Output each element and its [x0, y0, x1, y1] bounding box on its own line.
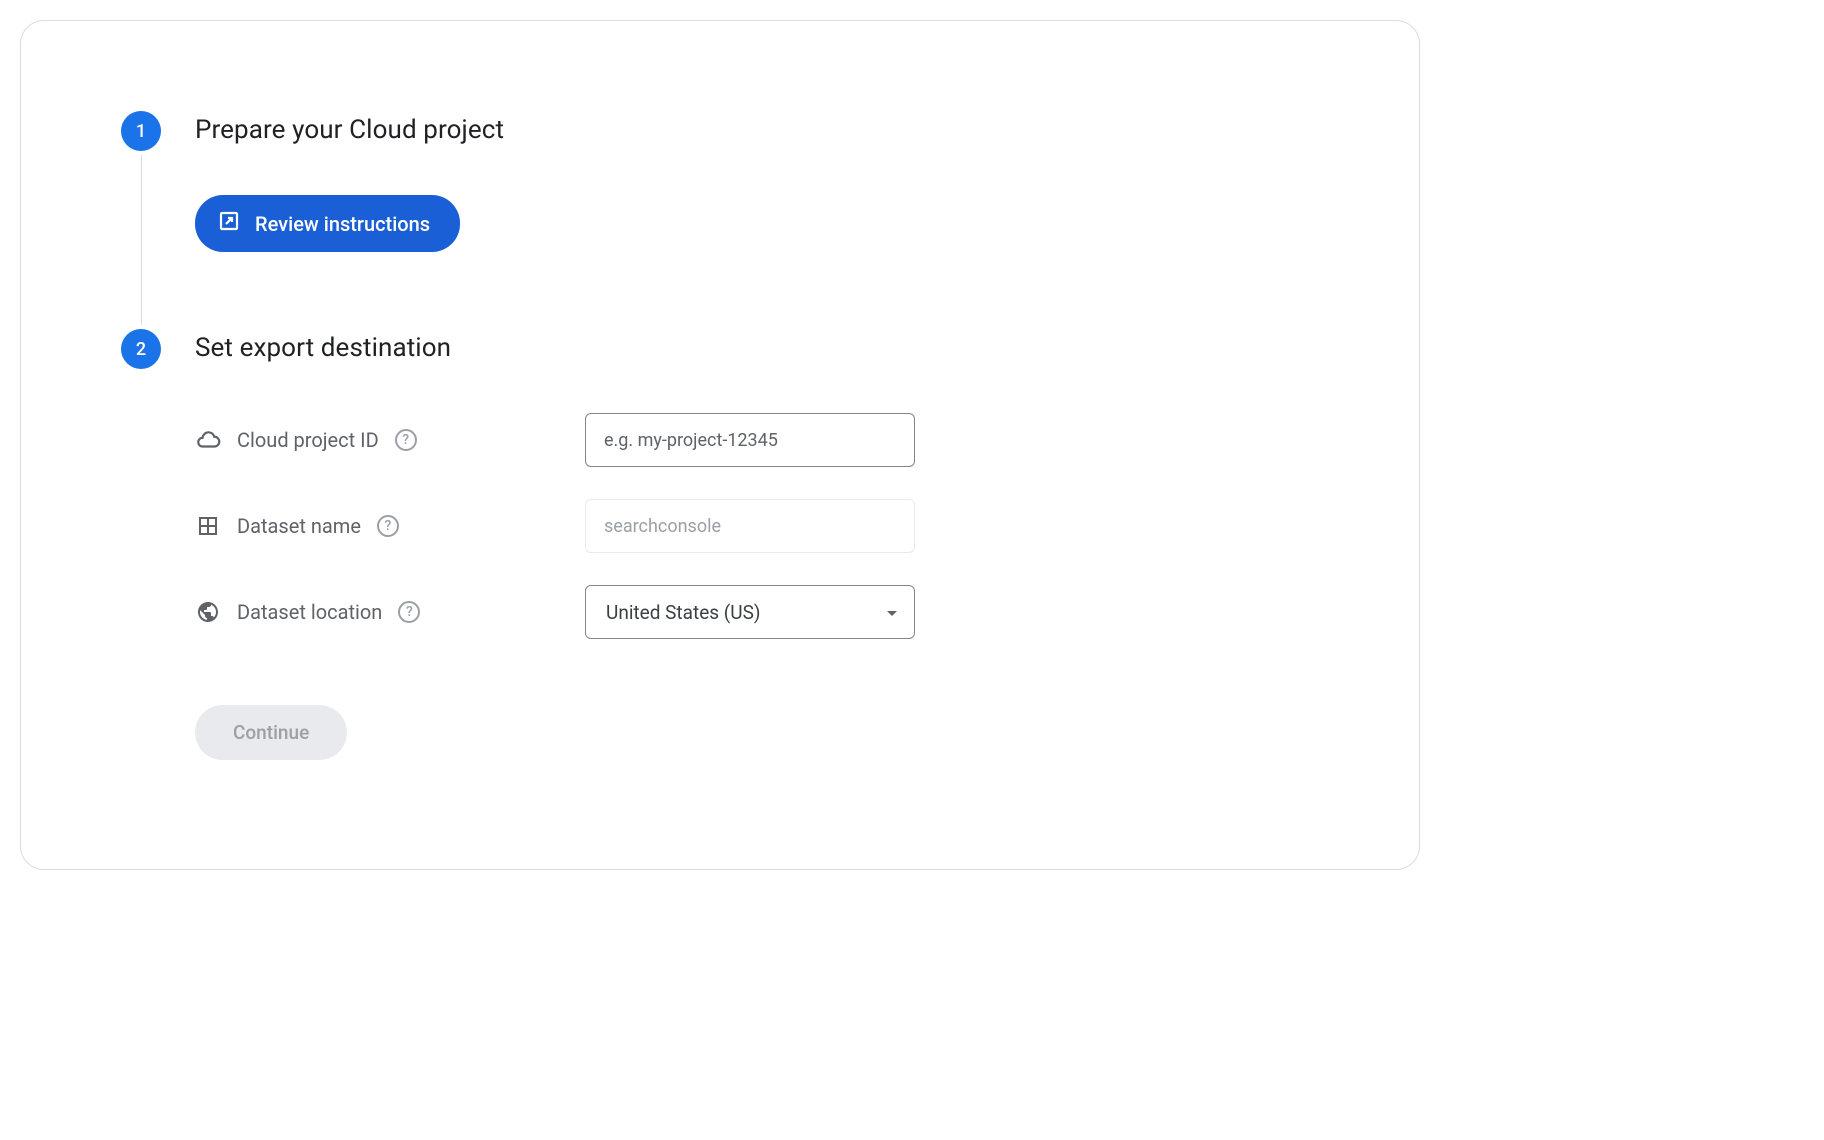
open-external-icon: [217, 209, 241, 238]
help-icon-dataset-location[interactable]: ?: [398, 601, 420, 623]
row-dataset-name: Dataset name ?: [195, 499, 1319, 553]
select-dataset-location-value: United States (US): [606, 601, 761, 624]
continue-button-label: Continue: [233, 721, 309, 744]
step-1-title: Prepare your Cloud project: [195, 115, 1319, 145]
help-icon-dataset-name[interactable]: ?: [377, 515, 399, 537]
label-group-project-id: Cloud project ID ?: [195, 427, 585, 453]
label-group-dataset-location: Dataset location ?: [195, 599, 585, 625]
settings-card: 1 Prepare your Cloud project Review inst…: [20, 20, 1420, 870]
form-rows: Cloud project ID ?: [195, 413, 1319, 639]
step-1-indicator: 1: [121, 111, 161, 329]
input-project-id[interactable]: [585, 413, 915, 467]
grid-icon: [195, 513, 221, 539]
step-2: 2 Set export destination C: [121, 329, 1319, 760]
review-instructions-button[interactable]: Review instructions: [195, 195, 460, 252]
review-instructions-label: Review instructions: [255, 212, 430, 236]
step-1-number: 1: [136, 121, 146, 142]
label-group-dataset-name: Dataset name ?: [195, 513, 585, 539]
select-dataset-location[interactable]: United States (US): [585, 585, 915, 639]
step-1-circle: 1: [121, 111, 161, 151]
input-dataset-name: [585, 499, 915, 553]
cloud-icon: [195, 427, 221, 453]
step-2-number: 2: [136, 339, 146, 360]
row-project-id: Cloud project ID ?: [195, 413, 1319, 467]
label-dataset-location: Dataset location: [237, 600, 382, 624]
step-2-circle: 2: [121, 329, 161, 369]
step-1: 1 Prepare your Cloud project Review inst…: [121, 111, 1319, 329]
step-2-title: Set export destination: [195, 333, 1319, 363]
continue-button: Continue: [195, 705, 347, 760]
chevron-down-icon: [886, 603, 898, 622]
label-project-id: Cloud project ID: [237, 428, 379, 452]
step-2-body: Set export destination Cloud project ID …: [195, 329, 1319, 760]
step-1-body: Prepare your Cloud project Review instru…: [195, 111, 1319, 252]
help-icon-project-id[interactable]: ?: [395, 429, 417, 451]
step-2-indicator: 2: [121, 329, 161, 369]
label-dataset-name: Dataset name: [237, 514, 361, 538]
stepper: 1 Prepare your Cloud project Review inst…: [121, 111, 1319, 760]
step-connector-line: [141, 155, 142, 325]
row-dataset-location: Dataset location ? United States (US): [195, 585, 1319, 639]
globe-icon: [195, 599, 221, 625]
